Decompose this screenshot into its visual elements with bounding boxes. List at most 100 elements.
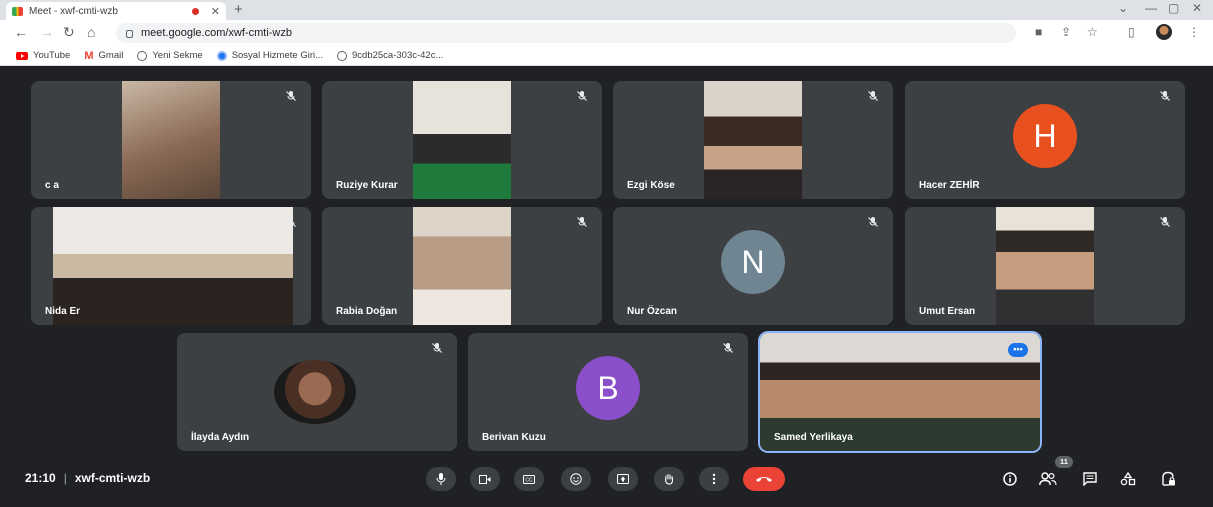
participant-video bbox=[274, 360, 356, 424]
forward-icon[interactable]: → bbox=[40, 24, 54, 40]
participant-tile[interactable]: Nida Er bbox=[31, 207, 311, 325]
bookmark-sosyal-hizmet[interactable]: Sosyal Hizmete Giri... bbox=[216, 50, 323, 61]
address-bar[interactable]: meet.google.com/xwf-cmti-wzb bbox=[116, 23, 1016, 43]
present-screen-button[interactable] bbox=[608, 467, 638, 491]
tab-search-icon[interactable]: ⌄ bbox=[1118, 1, 1128, 15]
emoji-reaction-button[interactable] bbox=[561, 467, 591, 491]
participant-video bbox=[413, 81, 511, 199]
participant-tile[interactable]: N Nur Özcan bbox=[613, 207, 893, 325]
browser-tab-bar: Meet - xwf-cmti-wzb ✕ + ⌄ — ▢ ✕ bbox=[0, 0, 1213, 20]
people-icon[interactable] bbox=[1038, 469, 1058, 489]
participant-name: Samed Yerlikaya bbox=[774, 432, 853, 443]
home-icon[interactable]: ⌂ bbox=[87, 24, 95, 40]
meeting-code: xwf-cmti-wzb bbox=[74, 471, 151, 485]
camera-in-use-icon[interactable]: ■ bbox=[1035, 25, 1042, 39]
participant-name: Nur Özcan bbox=[627, 306, 678, 317]
profile-avatar[interactable] bbox=[1156, 24, 1172, 40]
youtube-icon bbox=[16, 51, 28, 60]
minimize-button[interactable]: — bbox=[1145, 1, 1157, 15]
participant-tile[interactable]: c a bbox=[31, 81, 311, 199]
tab-title: Meet - xwf-cmti-wzb bbox=[29, 5, 118, 17]
back-icon[interactable]: ← bbox=[14, 24, 28, 40]
more-vert-icon bbox=[712, 473, 716, 485]
bookmark-gmail[interactable]: M Gmail bbox=[84, 50, 123, 62]
participant-name: Ruziye Kurar bbox=[336, 180, 398, 191]
camera-button[interactable] bbox=[470, 467, 500, 491]
participant-video bbox=[413, 207, 511, 325]
microphone-icon bbox=[436, 473, 446, 485]
mic-off-icon bbox=[868, 91, 878, 101]
activities-icon[interactable] bbox=[1118, 469, 1138, 489]
globe-icon bbox=[137, 50, 148, 61]
url-text: meet.google.com/xwf-cmti-wzb bbox=[141, 27, 292, 39]
leave-call-button[interactable] bbox=[743, 467, 785, 491]
camera-icon bbox=[479, 474, 491, 484]
participant-tile[interactable]: Rabia Doğan bbox=[322, 207, 602, 325]
share-icon[interactable]: ⇪ bbox=[1061, 25, 1071, 39]
hang-up-icon bbox=[756, 477, 772, 482]
captions-button[interactable]: CC bbox=[514, 467, 544, 491]
host-controls-icon[interactable] bbox=[1158, 469, 1178, 489]
restore-button[interactable]: ▢ bbox=[1168, 1, 1179, 15]
participant-tile[interactable]: Ruziye Kurar bbox=[322, 81, 602, 199]
participant-name: Hacer ZEHİR bbox=[919, 180, 980, 191]
mic-off-icon bbox=[868, 217, 878, 227]
meeting-info: 21:10 | xwf-cmti-wzb bbox=[25, 471, 150, 485]
participant-tile[interactable]: Ezgi Köse bbox=[613, 81, 893, 199]
participant-tile[interactable]: Umut Ersan bbox=[905, 207, 1185, 325]
svg-text:CC: CC bbox=[525, 477, 533, 483]
participant-tile-active-speaker[interactable]: Samed Yerlikaya ••• bbox=[758, 331, 1042, 453]
lock-icon bbox=[126, 30, 133, 38]
microphone-button[interactable] bbox=[426, 467, 456, 491]
participant-tile[interactable]: H Hacer ZEHİR bbox=[905, 81, 1185, 199]
globe-icon bbox=[337, 50, 348, 61]
participant-video bbox=[53, 207, 293, 325]
participant-avatar: N bbox=[721, 230, 785, 294]
chat-icon[interactable] bbox=[1080, 469, 1100, 489]
participant-name: Ezgi Köse bbox=[627, 180, 675, 191]
captions-icon: CC bbox=[523, 474, 535, 484]
bookmark-label: Gmail bbox=[98, 50, 124, 61]
participant-avatar: B bbox=[576, 356, 640, 420]
participant-name: İlayda Aydın bbox=[191, 432, 250, 443]
side-panel-icon[interactable]: ▯ bbox=[1128, 25, 1135, 39]
mic-off-icon bbox=[432, 343, 442, 353]
close-tab-icon[interactable]: ✕ bbox=[211, 5, 220, 18]
bookmark-youtube[interactable]: YouTube bbox=[16, 50, 70, 61]
participant-name: Umut Ersan bbox=[919, 306, 976, 317]
bookmarks-bar: YouTube M Gmail Yeni Sekme Sosyal Hizmete… bbox=[0, 46, 1213, 66]
more-options-icon[interactable]: ••• bbox=[1008, 343, 1028, 357]
bookmark-label: Yeni Sekme bbox=[152, 50, 203, 61]
mic-off-icon bbox=[723, 343, 733, 353]
raise-hand-button[interactable] bbox=[654, 467, 684, 491]
bookmark-yeni-sekme[interactable]: Yeni Sekme bbox=[137, 50, 203, 61]
participant-video bbox=[996, 207, 1094, 325]
meeting-details-icon[interactable] bbox=[1000, 469, 1020, 489]
participant-name: c a bbox=[45, 180, 59, 191]
participant-video bbox=[122, 81, 220, 199]
participant-count-badge: 11 bbox=[1055, 456, 1073, 468]
more-options-button[interactable] bbox=[699, 467, 729, 491]
participant-name: Rabia Doğan bbox=[336, 306, 398, 317]
bookmark-star-icon[interactable]: ☆ bbox=[1087, 25, 1098, 39]
separator: | bbox=[63, 471, 67, 485]
mic-off-icon bbox=[577, 91, 587, 101]
new-tab-button[interactable]: + bbox=[234, 1, 243, 18]
browser-menu-icon[interactable]: ⋮ bbox=[1188, 25, 1200, 39]
mic-off-icon bbox=[286, 91, 296, 101]
gmail-icon: M bbox=[84, 49, 94, 62]
meeting-controls-bar: 21:10 | xwf-cmti-wzb CC bbox=[0, 455, 1213, 507]
close-window-button[interactable]: ✕ bbox=[1192, 1, 1202, 15]
browser-toolbar: ← → ↻ ⌂ meet.google.com/xwf-cmti-wzb ■ ⇪… bbox=[0, 20, 1213, 46]
participant-tile[interactable]: İlayda Aydın bbox=[177, 333, 457, 451]
participant-avatar: H bbox=[1013, 104, 1077, 168]
participant-tile[interactable]: B Berivan Kuzu bbox=[468, 333, 748, 451]
recording-dot-icon bbox=[191, 7, 199, 15]
emoji-icon bbox=[570, 473, 582, 485]
browser-tab[interactable]: Meet - xwf-cmti-wzb ✕ bbox=[6, 2, 226, 20]
bookmark-label: YouTube bbox=[33, 50, 71, 61]
present-screen-icon bbox=[617, 474, 629, 484]
bookmark-label: 9cdb25ca-303c-42c... bbox=[352, 50, 444, 61]
reload-icon[interactable]: ↻ bbox=[63, 24, 75, 41]
bookmark-9cdb25ca[interactable]: 9cdb25ca-303c-42c... bbox=[337, 50, 443, 61]
